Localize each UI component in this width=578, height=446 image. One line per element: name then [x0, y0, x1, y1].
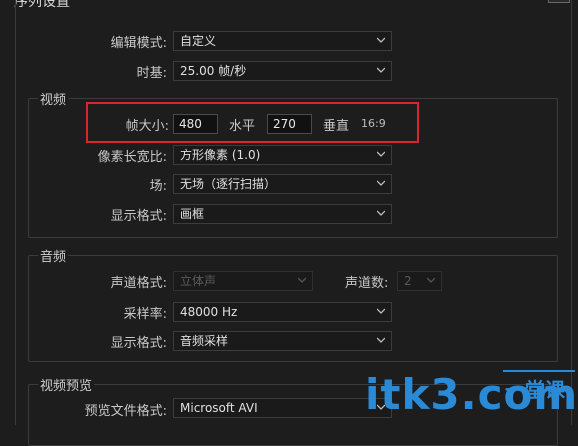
close-button[interactable]	[548, 0, 570, 3]
channel-format-select[interactable]: 立体声	[173, 271, 313, 291]
watermark-logo: itk3.com 一堂课	[365, 370, 577, 420]
audio-display-format-select[interactable]: 音频采样	[173, 331, 392, 351]
channel-format-value: 立体声	[180, 274, 217, 288]
channel-format-label: 声道格式:	[110, 276, 167, 291]
video-display-format-label: 显示格式:	[110, 209, 167, 224]
channels-value: 2	[404, 274, 412, 288]
window-title: 序列设置	[14, 0, 70, 10]
frame-border-left	[15, 0, 16, 425]
channels-select[interactable]: 2	[397, 271, 442, 291]
audio-group-label: 音频	[38, 246, 69, 265]
frame-size-highlight	[86, 102, 419, 143]
preview-file-format-select[interactable]: Microsoft AVI	[173, 398, 392, 418]
chevron-down-icon	[377, 66, 385, 74]
pixel-aspect-select[interactable]: 方形像素 (1.0)	[173, 145, 392, 165]
watermark-line	[503, 370, 575, 372]
sample-rate-select[interactable]: 48000 Hz	[173, 302, 392, 322]
sample-rate-value: 48000 Hz	[180, 305, 238, 319]
watermark-sub: 一堂课	[505, 378, 565, 402]
video-display-format-value: 画框	[180, 207, 205, 221]
chevron-down-icon	[377, 150, 385, 158]
edit-mode-value: 自定义	[180, 34, 217, 48]
chevron-down-icon	[377, 209, 385, 217]
frame-border-right	[571, 0, 572, 425]
timebase-select[interactable]: 25.00 帧/秒	[173, 61, 392, 81]
chevron-down-icon	[427, 276, 435, 284]
timebase-value: 25.00 帧/秒	[180, 64, 247, 78]
preview-file-format-value: Microsoft AVI	[180, 401, 258, 415]
channels-label: 声道数:	[345, 276, 389, 291]
field-label: 场:	[149, 179, 167, 194]
preview-file-format-label: 预览文件格式:	[84, 404, 167, 419]
audio-display-format-label: 显示格式:	[110, 336, 167, 351]
chevron-down-icon	[377, 336, 385, 344]
video-display-format-select[interactable]: 画框	[173, 204, 392, 224]
edit-mode-select[interactable]: 自定义	[173, 31, 392, 51]
title-bar: 序列设置	[0, 0, 578, 10]
chevron-down-icon	[377, 179, 385, 187]
audio-display-format-value: 音频采样	[180, 334, 229, 348]
timebase-label: 时基:	[136, 66, 167, 81]
chevron-down-icon	[298, 276, 306, 284]
pixel-aspect-value: 方形像素 (1.0)	[180, 148, 261, 162]
chevron-down-icon	[377, 36, 385, 44]
chevron-down-icon	[377, 307, 385, 315]
preview-group-label: 视频预览	[38, 375, 95, 394]
field-select[interactable]: 无场（逐行扫描）	[173, 174, 392, 194]
sample-rate-label: 采样率:	[123, 307, 167, 322]
pixel-aspect-label: 像素长宽比:	[97, 150, 167, 165]
field-value: 无场（逐行扫描）	[180, 177, 277, 191]
video-group-label: 视频	[38, 89, 69, 108]
edit-mode-label: 编辑模式:	[110, 36, 167, 51]
